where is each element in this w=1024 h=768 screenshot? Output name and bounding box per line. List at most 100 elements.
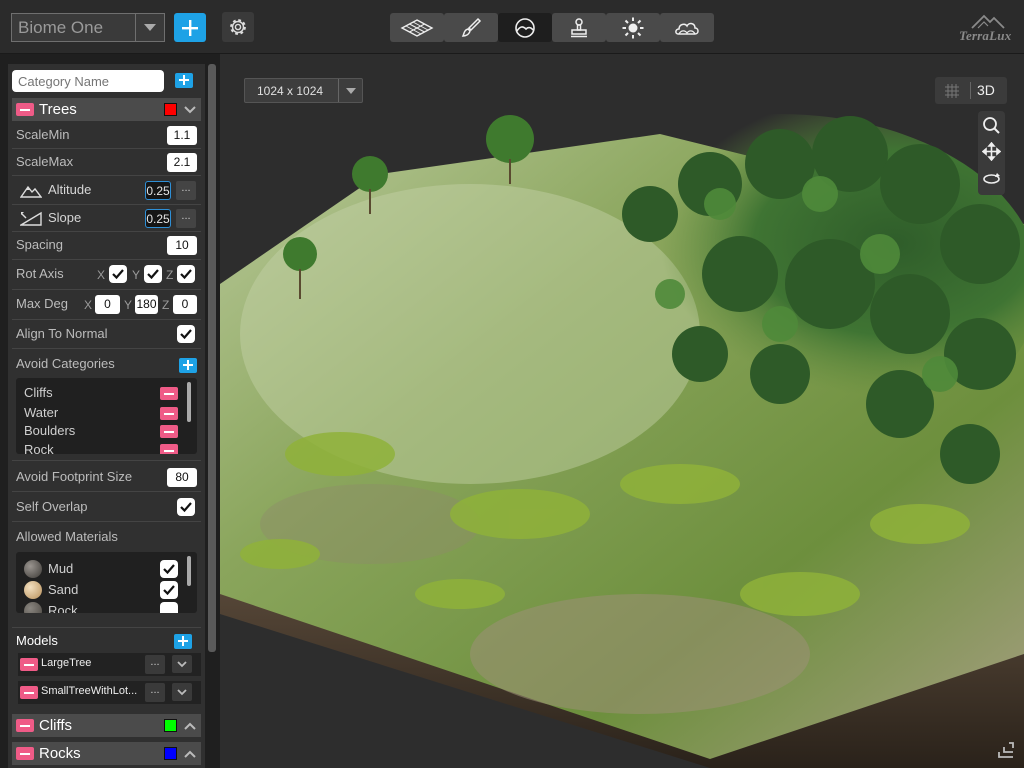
axis-x-label: X [97,268,106,282]
remove-cliffs-button[interactable] [16,719,34,732]
rot-axis-label: Rot Axis [16,266,64,281]
paintbrush-icon [461,17,482,37]
altitude-field[interactable]: 0.25 [145,181,171,200]
list-scrollbar[interactable] [187,382,191,422]
category-name-cliffs: Cliffs [39,717,73,734]
biome-tool-button[interactable] [498,13,552,42]
lighting-tool-button[interactable] [606,13,660,42]
altitude-row: Altitude 0.25 ... [8,179,205,201]
remove-trees-button[interactable] [16,103,34,116]
align-normal-row: Align To Normal [8,323,205,345]
max-deg-y-field[interactable]: 180 [135,295,158,314]
slope-field[interactable]: 0.25 [145,209,171,228]
list-item[interactable]: Rock [16,600,197,613]
list-scrollbar[interactable] [187,556,191,586]
rocks-color-swatch[interactable] [164,747,177,760]
terrain-tool-button[interactable] [390,13,444,42]
terrain-grid-icon [400,18,434,37]
align-normal-checkbox[interactable] [177,325,195,343]
avoid-footprint-row: Avoid Footprint Size 80 [8,466,205,488]
rot-axis-z-checkbox[interactable] [177,265,195,283]
material-checkbox[interactable] [160,581,178,599]
gear-icon [230,19,246,35]
list-item[interactable]: Water [16,404,197,423]
rot-axis-x-checkbox[interactable] [109,265,127,283]
list-item[interactable]: Boulders [16,422,197,441]
settings-button[interactable] [222,12,254,42]
app-window: Biome One TerraLux 1024 x 1024 3D Catego… [0,0,1024,768]
avoid-item-label: Cliffs [24,385,53,400]
slope-more-button[interactable]: ... [176,209,196,228]
max-deg-z-field[interactable]: 0 [173,295,197,314]
add-model-button[interactable] [174,634,192,649]
altitude-mountain-icon [20,185,42,198]
model-more-button[interactable]: ... [145,655,165,674]
logo-text: TerraLux [959,28,1012,43]
remove-avoid-item-button[interactable] [160,444,178,454]
stamp-tool-button[interactable] [552,13,606,42]
scale-min-field[interactable]: 1.1 [167,126,197,145]
remove-avoid-item-button[interactable] [160,407,178,420]
trees-color-swatch[interactable] [164,103,177,116]
category-header-rocks[interactable]: Rocks [12,742,201,765]
self-overlap-label: Self Overlap [16,499,88,514]
pan-icon[interactable] [982,142,1001,161]
resize-corner-icon[interactable] [996,740,1016,760]
category-name-input[interactable] [12,70,164,92]
scale-max-field[interactable]: 2.1 [167,153,197,172]
remove-avoid-item-button[interactable] [160,425,178,438]
chevron-down-icon[interactable] [172,683,192,701]
material-checkbox[interactable] [160,560,178,578]
list-item[interactable]: Cliffs [16,384,197,403]
biome-dropdown[interactable]: Biome One [11,13,165,42]
avoid-footprint-field[interactable]: 80 [167,468,197,487]
add-biome-button[interactable] [174,13,206,42]
mode-3d-label[interactable]: 3D [977,82,995,98]
resolution-dropdown[interactable]: 1024 x 1024 [244,78,363,103]
category-header-cliffs[interactable]: Cliffs [12,714,201,737]
align-normal-label: Align To Normal [16,326,108,341]
sky-tool-button[interactable] [660,13,714,42]
axis-y-label: Y [124,298,133,312]
panel-scrollbar[interactable] [208,64,216,652]
category-header-trees[interactable]: Trees [12,98,201,121]
chevron-down-icon[interactable] [172,655,192,673]
grid-2d-icon[interactable] [944,83,960,99]
scale-max-label: ScaleMax [16,154,74,169]
terrain-viewport[interactable] [220,54,1024,768]
chevron-up-icon[interactable] [179,717,201,735]
rock-material-thumb [24,602,42,613]
remove-model-button[interactable] [20,686,38,699]
chevron-up-icon[interactable] [179,745,201,763]
model-name: LargeTree [41,657,92,669]
zoom-icon[interactable] [982,116,1001,135]
remove-rocks-button[interactable] [16,747,34,760]
max-deg-x-field[interactable]: 0 [95,295,120,314]
rot-axis-y-checkbox[interactable] [144,265,162,283]
view-mode-toggle[interactable]: 3D [935,77,1007,104]
list-item[interactable]: Mud [16,558,197,578]
chevron-down-icon[interactable] [179,101,201,119]
remove-avoid-item-button[interactable] [160,387,178,400]
self-overlap-checkbox[interactable] [177,498,195,516]
cliffs-color-swatch[interactable] [164,719,177,732]
remove-model-button[interactable] [20,658,38,671]
add-category-button[interactable] [175,73,193,88]
avoid-footprint-label: Avoid Footprint Size [16,469,133,484]
chevron-down-icon[interactable] [135,14,164,41]
chevron-down-icon[interactable] [338,79,362,102]
models-row: Models [8,631,205,651]
sun-icon [622,17,644,38]
self-overlap-row: Self Overlap [8,496,205,518]
model-more-button[interactable]: ... [145,683,165,702]
list-item[interactable]: Rock [16,441,197,454]
spacing-field[interactable]: 10 [167,236,197,255]
list-item[interactable]: Sand [16,579,197,599]
paint-tool-button[interactable] [444,13,498,42]
model-item[interactable]: LargeTree ... [18,653,201,676]
material-checkbox[interactable] [160,602,178,613]
add-avoid-category-button[interactable] [179,358,197,373]
orbit-icon[interactable] [982,169,1001,188]
model-item[interactable]: SmallTreeWithLot... ... [18,681,201,704]
altitude-more-button[interactable]: ... [176,181,196,200]
